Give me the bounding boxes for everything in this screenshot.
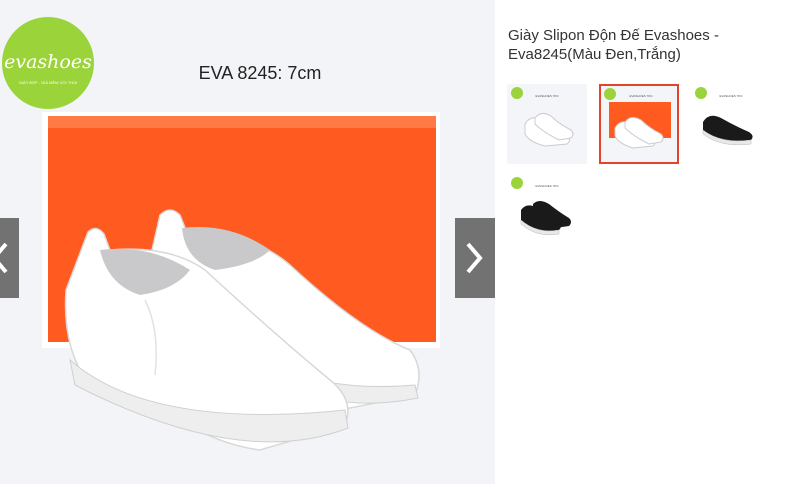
- chevron-left-icon: [0, 242, 8, 274]
- thumbnail-image: EVASHOES 7KN: [507, 84, 587, 164]
- main-product-image[interactable]: evashoes GIÀY ĐẸP - GIÁ MỀM VỚI THÚI EVA…: [0, 0, 495, 484]
- thumbnail-caption: EVASHOES 7KN: [536, 94, 559, 98]
- thumbnail-caption: EVASHOES 7KN: [630, 94, 653, 98]
- thumbnail-item[interactable]: EVASHOES 7KN: [507, 174, 587, 254]
- chevron-right-icon: [466, 242, 483, 274]
- thumbnail-item[interactable]: EVASHOES 7KN: [507, 84, 587, 164]
- logo-tagline: GIÀY ĐẸP - GIÁ MỀM VỚI THÚI: [19, 80, 77, 85]
- image-caption: EVA 8245: 7cm: [199, 63, 322, 83]
- previous-image-button[interactable]: [0, 218, 19, 298]
- thumbnail-item-active[interactable]: EVASHOES 7KN: [599, 84, 679, 164]
- thumbnail-caption: EVASHOES 7KN: [536, 184, 559, 188]
- logo-text: evashoes: [4, 51, 92, 73]
- product-title: Giày Slipon Độn Đế Evashoes - Eva8245(Mà…: [508, 27, 719, 63]
- thumbnail-item[interactable]: EVASHOES 7KN: [691, 84, 771, 164]
- thumbnail-caption: EVASHOES 7KN: [720, 94, 743, 98]
- next-image-button[interactable]: [455, 218, 495, 298]
- thumbnail-image: EVASHOES 7KN: [507, 174, 587, 254]
- thumbnail-image: EVASHOES 7KN: [601, 86, 677, 162]
- brand-logo: evashoes GIÀY ĐẸP - GIÁ MỀM VỚI THÚI: [2, 17, 94, 109]
- product-info: Giày Slipon Độn Đế Evashoes - Eva8245(Mà…: [495, 0, 785, 484]
- product-gallery: evashoes GIÀY ĐẸP - GIÁ MỀM VỚI THÚI EVA…: [0, 0, 495, 484]
- thumbnail-image: EVASHOES 7KN: [691, 84, 771, 164]
